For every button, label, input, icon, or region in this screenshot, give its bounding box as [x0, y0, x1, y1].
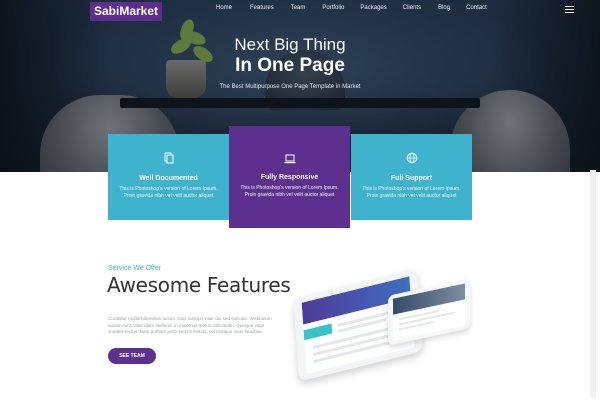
- card-text: This is Photoshop's version of Lorem Ips…: [362, 186, 461, 199]
- nav-item-team[interactable]: Team: [291, 5, 306, 11]
- nav-item-portfolio[interactable]: Portfolio: [322, 5, 344, 11]
- features-title: Awesome Features: [107, 273, 291, 297]
- features-eyebrow: Service We Offer: [108, 265, 162, 272]
- nav-item-features[interactable]: Features: [250, 5, 274, 11]
- features-description: Curabitur mollis bibendum luctus. Duis s…: [108, 316, 272, 334]
- page-scrollbar[interactable]: [590, 170, 596, 398]
- hero-title-line2: In One Page: [235, 55, 345, 76]
- hero-title-line1: Next Big Thing: [234, 35, 346, 54]
- card-title: Well Documented: [139, 175, 198, 182]
- nav-item-home[interactable]: Home: [216, 5, 232, 11]
- globe-icon: [406, 152, 417, 164]
- site-logo[interactable]: SabiMarket: [90, 2, 162, 21]
- top-navigation: SabiMarket Home Features Team Portfolio …: [0, 0, 600, 21]
- table-image: [120, 98, 480, 108]
- nav-item-packages[interactable]: Packages: [360, 5, 386, 11]
- laptop-icon: [284, 154, 295, 164]
- card-text: This is Photoshop's version of Lorem Ips…: [119, 186, 218, 199]
- hero-title: Next Big Thing In One Page: [180, 35, 400, 77]
- hamburger-menu-icon[interactable]: [565, 6, 574, 13]
- card-title: Fully Responsive: [260, 174, 319, 181]
- feature-card-support: Full Support This is Photoshop's version…: [351, 134, 472, 220]
- nav-item-contact[interactable]: Contact: [466, 5, 487, 11]
- nav-item-blog[interactable]: Blog: [438, 5, 450, 11]
- nav-menu: Home Features Team Portfolio Packages Cl…: [216, 5, 487, 11]
- feature-card-responsive: Fully Responsive This is Photoshop's ver…: [229, 126, 350, 228]
- nav-item-clients[interactable]: Clients: [403, 5, 421, 11]
- hero-subtitle: The Best Multipurpose One Page Template …: [219, 84, 361, 90]
- see-team-button[interactable]: SEE TEAM: [108, 348, 156, 364]
- card-title: Full Support: [390, 175, 433, 182]
- card-text: This is Photoshop's version of Lorem Ips…: [240, 185, 339, 198]
- tablet-screen-accent: [303, 323, 333, 341]
- document-icon: [164, 152, 173, 164]
- tablet-screen: [393, 283, 465, 341]
- feature-card-documented: Well Documented This is Photoshop's vers…: [108, 134, 229, 220]
